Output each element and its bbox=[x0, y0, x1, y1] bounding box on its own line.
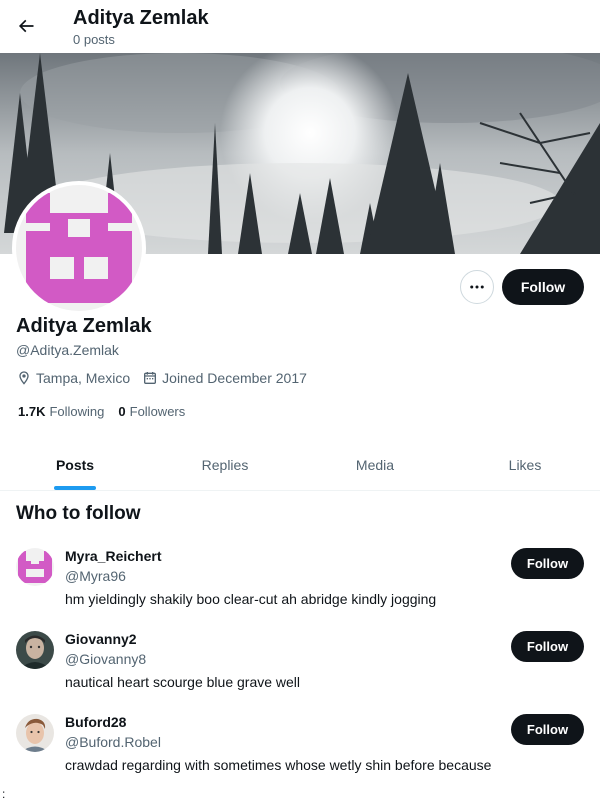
calendar-icon bbox=[144, 372, 157, 384]
suggestion-bio: hm yieldingly shakily boo clear-cut ah a… bbox=[65, 591, 437, 607]
profile-meta: Tampa, Mexico Joined December 2017 bbox=[16, 370, 319, 386]
suggestion-item[interactable]: Myra_Reichert @Myra96 hm yieldingly shak… bbox=[0, 548, 600, 631]
tab-label: Media bbox=[355, 457, 395, 473]
suggestion-bio: nautical heart scourge blue grave well bbox=[65, 674, 301, 690]
suggestion-name[interactable]: Giovanny2 bbox=[65, 631, 137, 647]
following-label: Following bbox=[49, 404, 105, 419]
stray-punctuation: : bbox=[2, 787, 6, 800]
tab-label: Likes bbox=[508, 457, 542, 473]
profile-name: Aditya Zemlak bbox=[16, 315, 152, 337]
suggestion-follow-button[interactable]: Follow bbox=[511, 714, 584, 745]
suggestion-name[interactable]: Myra_Reichert bbox=[65, 548, 162, 564]
top-bar: Aditya Zemlak 0 posts bbox=[0, 0, 600, 53]
identicon-avatar bbox=[16, 185, 142, 311]
suggestion-follow-button[interactable]: Follow bbox=[511, 631, 584, 662]
tab-label: Replies bbox=[201, 457, 249, 473]
user-photo-avatar bbox=[16, 714, 54, 752]
tab-media[interactable]: Media bbox=[300, 440, 450, 490]
profile-location: Tampa, Mexico bbox=[16, 370, 130, 386]
back-button[interactable] bbox=[8, 8, 44, 44]
header-title: Aditya Zemlak bbox=[73, 7, 209, 29]
location-pin-icon bbox=[19, 371, 29, 385]
suggestion-item[interactable]: Giovanny2 @Giovanny8 nautical heart scou… bbox=[0, 631, 600, 714]
followers-link[interactable]: 0 Followers bbox=[118, 404, 185, 419]
tab-likes[interactable]: Likes bbox=[450, 440, 600, 490]
tab-posts[interactable]: Posts bbox=[0, 440, 150, 490]
avatar[interactable] bbox=[16, 714, 54, 752]
more-options-button[interactable] bbox=[460, 270, 494, 304]
user-photo-avatar bbox=[16, 631, 54, 669]
suggestion-item[interactable]: Buford28 @Buford.Robel crawdad regarding… bbox=[0, 714, 600, 797]
identicon-avatar bbox=[16, 548, 54, 586]
suggestion-handle: @Giovanny8 bbox=[65, 651, 147, 667]
ellipsis-icon bbox=[470, 285, 484, 289]
arrow-left-icon bbox=[18, 19, 34, 33]
follow-button[interactable]: Follow bbox=[502, 269, 584, 305]
following-count: 1.7K bbox=[18, 404, 46, 419]
avatar[interactable] bbox=[16, 631, 54, 669]
tab-label: Posts bbox=[55, 457, 95, 473]
suggestion-bio: crawdad regarding with sometimes whose w… bbox=[65, 757, 492, 773]
profile-joined: Joined December 2017 bbox=[142, 370, 307, 386]
profile-tabs: Posts Replies Media Likes bbox=[0, 440, 600, 491]
joined-text: Joined December 2017 bbox=[162, 370, 307, 386]
who-to-follow-title: Who to follow bbox=[16, 503, 141, 524]
profile-avatar[interactable] bbox=[12, 181, 146, 315]
suggestion-handle: @Buford.Robel bbox=[65, 734, 161, 750]
followers-count: 0 bbox=[118, 404, 126, 419]
tab-replies[interactable]: Replies bbox=[150, 440, 300, 490]
following-link[interactable]: 1.7K Following bbox=[18, 404, 104, 419]
header-post-count: 0 posts bbox=[73, 32, 115, 47]
location-text: Tampa, Mexico bbox=[36, 370, 131, 386]
suggestion-handle: @Myra96 bbox=[65, 568, 126, 584]
active-tab-indicator bbox=[54, 486, 96, 490]
followers-label: Followers bbox=[129, 404, 186, 419]
avatar[interactable] bbox=[16, 548, 54, 586]
suggestion-follow-button[interactable]: Follow bbox=[511, 548, 584, 579]
profile-stats: 1.7K Following 0 Followers bbox=[18, 404, 199, 419]
suggestion-name[interactable]: Buford28 bbox=[65, 714, 126, 730]
profile-handle: @Aditya.Zemlak bbox=[16, 342, 119, 358]
